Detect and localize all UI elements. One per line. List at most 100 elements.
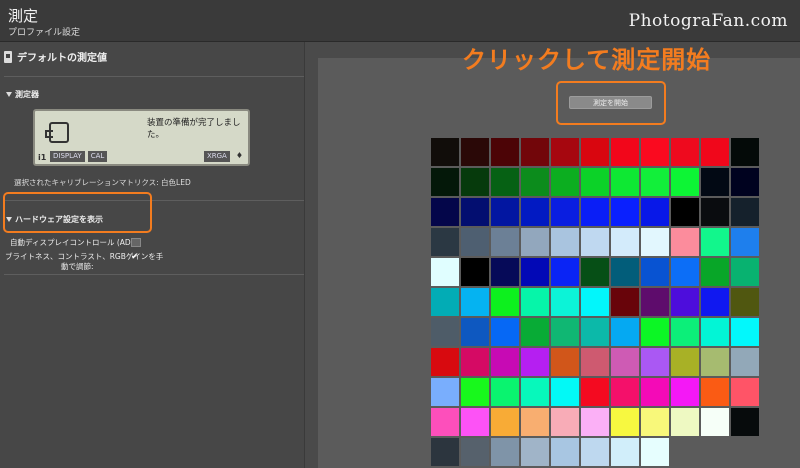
lcd-tag-cal: CAL <box>87 151 108 162</box>
color-patch <box>491 378 519 406</box>
color-patch <box>521 438 549 466</box>
default-measurement-label: デフォルトの測定値 <box>17 53 107 64</box>
color-patch <box>461 168 489 196</box>
color-patch <box>491 288 519 316</box>
color-patch <box>461 348 489 376</box>
start-measurement-button[interactable]: 測定を開始 <box>569 96 652 109</box>
color-patch <box>551 228 579 256</box>
lamp-icon: ♦ <box>235 151 243 160</box>
color-patch <box>521 258 549 286</box>
color-patch <box>551 378 579 406</box>
color-patch <box>611 228 639 256</box>
color-patch <box>641 228 669 256</box>
sidebar: デフォルトの測定値 測定器 装置の準備が完了しました。 i1 DISPLAY C… <box>0 42 305 468</box>
color-patch <box>671 168 699 196</box>
instrument-device-icon <box>45 122 69 143</box>
watermark: PhotograFan.com <box>628 11 788 31</box>
color-patch <box>701 228 729 256</box>
color-patch <box>671 228 699 256</box>
color-patch <box>611 408 639 436</box>
color-patch <box>581 198 609 226</box>
color-patch <box>521 138 549 166</box>
color-patch <box>641 138 669 166</box>
color-patch <box>491 228 519 256</box>
color-patch <box>431 198 459 226</box>
color-patch <box>641 198 669 226</box>
rgb-gain-checkbox[interactable]: ✔ <box>131 253 139 262</box>
adc-checkbox[interactable] <box>131 238 141 247</box>
color-patch <box>641 288 669 316</box>
color-patch <box>551 198 579 226</box>
color-patch <box>611 258 639 286</box>
color-patch <box>551 168 579 196</box>
color-patch <box>581 258 609 286</box>
color-patch <box>491 138 519 166</box>
color-patch <box>551 348 579 376</box>
color-patch <box>431 288 459 316</box>
color-patch <box>521 408 549 436</box>
color-patch <box>641 168 669 196</box>
color-patch <box>731 348 759 376</box>
color-patch <box>521 378 549 406</box>
color-patch <box>431 258 459 286</box>
color-patch <box>701 168 729 196</box>
color-patch <box>581 348 609 376</box>
color-patch <box>431 378 459 406</box>
calibration-matrix-label: 選択されたキャリブレーションマトリクス: <box>14 178 159 187</box>
color-patch <box>551 318 579 346</box>
color-patch <box>641 258 669 286</box>
color-patch <box>701 348 729 376</box>
color-patch <box>701 408 729 436</box>
color-patch <box>581 138 609 166</box>
title-bar: 測定 プロファイル設定 PhotograFan.com <box>0 0 800 42</box>
color-patch <box>611 168 639 196</box>
color-patch <box>671 348 699 376</box>
color-patch <box>641 378 669 406</box>
color-patch <box>611 198 639 226</box>
lcd-tag-xrga: XRGA <box>203 151 230 162</box>
color-patch <box>581 288 609 316</box>
device-icon <box>4 50 12 63</box>
color-patch <box>581 408 609 436</box>
color-patch <box>641 438 669 466</box>
color-patch <box>611 378 639 406</box>
color-patch <box>731 228 759 256</box>
color-patch <box>731 378 759 406</box>
color-patch <box>491 318 519 346</box>
color-patch <box>731 408 759 436</box>
color-patch <box>431 438 459 466</box>
color-patch <box>731 168 759 196</box>
color-patch <box>431 168 459 196</box>
color-patch <box>671 198 699 226</box>
color-patch <box>581 168 609 196</box>
color-patch <box>431 348 459 376</box>
color-patch <box>611 288 639 316</box>
color-patch <box>671 378 699 406</box>
color-patch <box>731 198 759 226</box>
color-patch <box>491 168 519 196</box>
color-patch <box>551 138 579 166</box>
color-patch <box>611 318 639 346</box>
calibration-matrix-line: 選択されたキャリブレーションマトリクス: 白色LED <box>14 177 191 188</box>
color-patch <box>731 318 759 346</box>
color-patch <box>521 288 549 316</box>
color-patch <box>641 348 669 376</box>
window-title: 測定 <box>8 7 39 25</box>
color-patch <box>551 408 579 436</box>
click-to-start-callout: クリックして測定開始 <box>462 46 712 74</box>
color-patch <box>491 408 519 436</box>
color-patch <box>671 408 699 436</box>
color-patch <box>461 258 489 286</box>
window-subtitle: プロファイル設定 <box>8 28 81 38</box>
instrument-section-toggle[interactable]: 測定器 <box>6 89 39 100</box>
color-patch <box>611 348 639 376</box>
color-patch <box>431 228 459 256</box>
color-patch <box>461 138 489 166</box>
color-patch <box>461 438 489 466</box>
color-patch <box>461 198 489 226</box>
color-patch <box>461 318 489 346</box>
color-patch <box>551 288 579 316</box>
color-patch <box>551 258 579 286</box>
color-patch <box>551 438 579 466</box>
color-patch <box>431 318 459 346</box>
